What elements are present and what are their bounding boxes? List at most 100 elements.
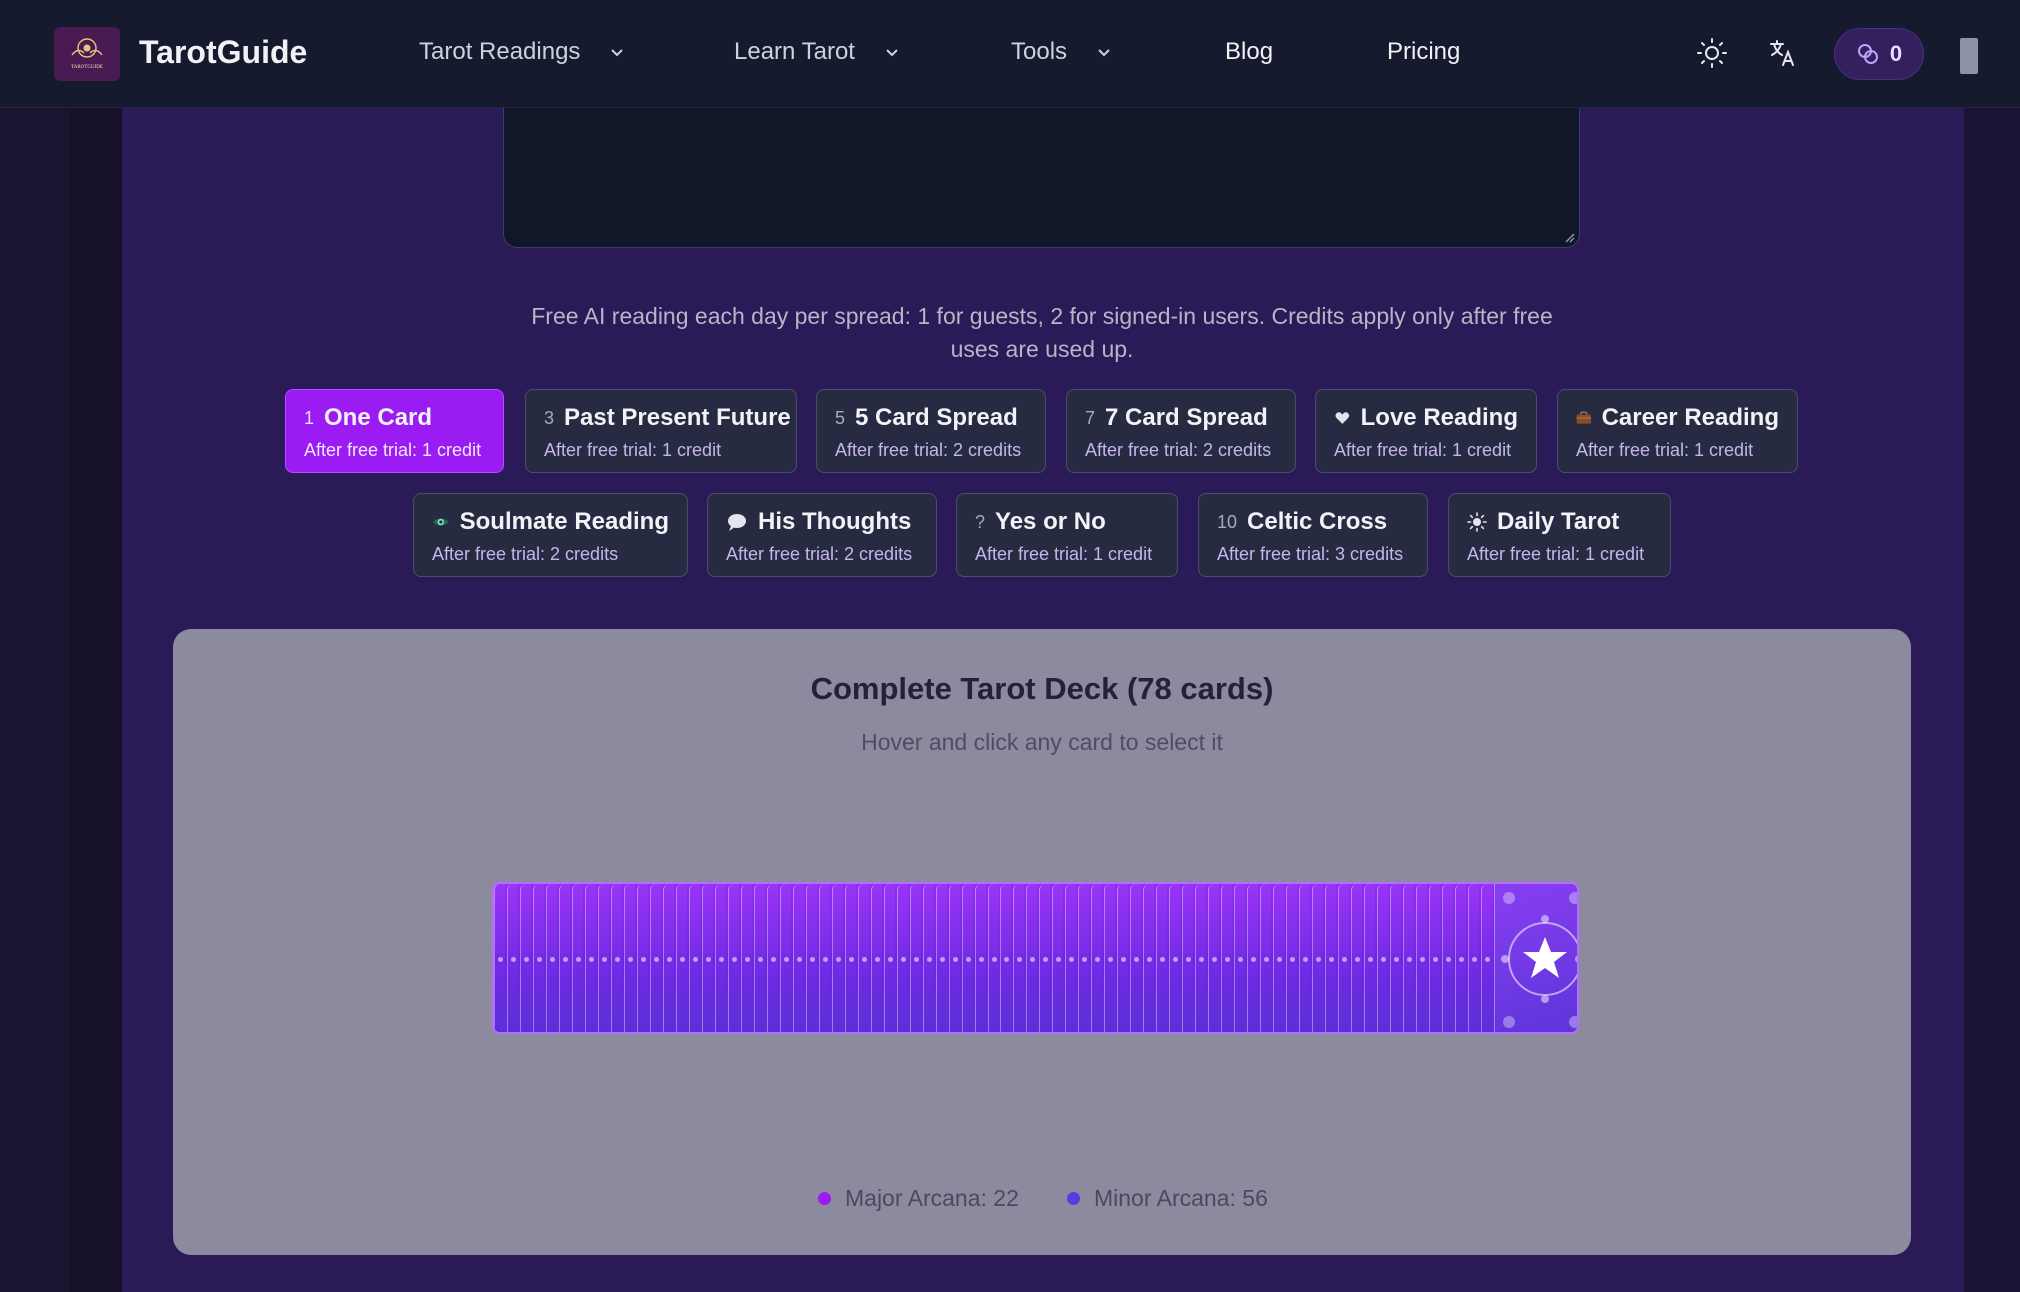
spread-yes-or-no[interactable]: ? Yes or No After free trial: 1 credit	[956, 493, 1178, 577]
deck-card[interactable]	[1104, 884, 1116, 1032]
deck-card[interactable]	[870, 884, 882, 1032]
deck-card[interactable]	[766, 884, 778, 1032]
deck-card[interactable]	[1156, 884, 1168, 1032]
deck-card[interactable]	[1429, 884, 1441, 1032]
deck-card[interactable]	[1390, 884, 1402, 1032]
deck-card[interactable]	[1455, 884, 1467, 1032]
translate-icon[interactable]	[1766, 36, 1800, 70]
deck-card[interactable]	[1260, 884, 1272, 1032]
spread-daily-tarot[interactable]: Daily Tarot After free trial: 1 credit	[1448, 493, 1671, 577]
deck-card[interactable]	[1325, 884, 1337, 1032]
deck-card[interactable]	[1221, 884, 1233, 1032]
brand-name[interactable]: TarotGuide	[139, 34, 307, 71]
deck-card[interactable]	[1312, 884, 1324, 1032]
deck-card[interactable]	[1065, 884, 1077, 1032]
deck-card[interactable]	[1286, 884, 1298, 1032]
deck-card[interactable]	[805, 884, 817, 1032]
deck-card[interactable]	[1052, 884, 1064, 1032]
avatar[interactable]	[1960, 38, 1978, 74]
deck-card[interactable]	[1416, 884, 1428, 1032]
deck-card[interactable]	[1247, 884, 1259, 1032]
deck-card[interactable]	[740, 884, 752, 1032]
deck-card[interactable]	[1013, 884, 1025, 1032]
deck-card[interactable]	[844, 884, 856, 1032]
spread-7-card[interactable]: 7 7 Card Spread After free trial: 2 cred…	[1066, 389, 1296, 473]
nav-pricing[interactable]: Pricing	[1387, 38, 1460, 66]
deck-card[interactable]	[1364, 884, 1376, 1032]
deck-card[interactable]	[506, 884, 518, 1032]
deck-card[interactable]	[922, 884, 934, 1032]
deck-card[interactable]	[532, 884, 544, 1032]
deck-card[interactable]	[1403, 884, 1415, 1032]
deck-card[interactable]	[1143, 884, 1155, 1032]
deck-card[interactable]	[792, 884, 804, 1032]
deck-card[interactable]	[1234, 884, 1246, 1032]
nav-tarot-readings[interactable]: Tarot Readings	[419, 38, 626, 66]
deck-card[interactable]	[779, 884, 791, 1032]
spread-past-present-future[interactable]: 3 Past Present Future After free trial: …	[525, 389, 797, 473]
deck-card[interactable]	[818, 884, 830, 1032]
deck-card[interactable]	[1377, 884, 1389, 1032]
deck-card[interactable]	[1039, 884, 1051, 1032]
deck-card[interactable]	[974, 884, 986, 1032]
deck-card[interactable]	[584, 884, 596, 1032]
deck-card[interactable]	[948, 884, 960, 1032]
deck-card[interactable]	[1299, 884, 1311, 1032]
deck-card[interactable]	[987, 884, 999, 1032]
deck-card[interactable]	[935, 884, 947, 1032]
logo[interactable]: TAROTGUIDE	[54, 27, 120, 81]
deck-card[interactable]	[1169, 884, 1181, 1032]
deck-card[interactable]	[831, 884, 843, 1032]
spread-career-reading[interactable]: Career Reading After free trial: 1 credi…	[1557, 389, 1798, 473]
spread-love-reading[interactable]: Love Reading After free trial: 1 credit	[1315, 389, 1537, 473]
credits-badge[interactable]: 0	[1834, 28, 1924, 80]
deck-card[interactable]	[1481, 884, 1492, 1032]
deck-card[interactable]	[1091, 884, 1103, 1032]
deck-card[interactable]	[688, 884, 700, 1032]
deck-card[interactable]	[610, 884, 622, 1032]
deck-card[interactable]	[1442, 884, 1454, 1032]
spread-one-card[interactable]: 1 One Card After free trial: 1 credit	[285, 389, 504, 473]
deck-card[interactable]	[597, 884, 609, 1032]
deck-card[interactable]	[494, 884, 505, 1032]
deck-card[interactable]	[558, 884, 570, 1032]
deck-card[interactable]	[909, 884, 921, 1032]
deck-card[interactable]	[545, 884, 557, 1032]
nav-blog[interactable]: Blog	[1225, 38, 1273, 66]
sun-icon[interactable]	[1695, 36, 1729, 70]
deck-card[interactable]	[571, 884, 583, 1032]
deck-card[interactable]	[1026, 884, 1038, 1032]
spread-5-card[interactable]: 5 5 Card Spread After free trial: 2 cred…	[816, 389, 1046, 473]
nav-learn-tarot[interactable]: Learn Tarot	[734, 38, 901, 66]
card-deck-fan[interactable]	[492, 882, 1579, 1034]
deck-card[interactable]	[1208, 884, 1220, 1032]
deck-card[interactable]	[961, 884, 973, 1032]
spread-his-thoughts[interactable]: His Thoughts After free trial: 2 credits	[707, 493, 937, 577]
deck-top-card[interactable]	[1494, 884, 1577, 1032]
deck-card[interactable]	[1273, 884, 1285, 1032]
deck-card[interactable]	[896, 884, 908, 1032]
deck-card[interactable]	[714, 884, 726, 1032]
deck-card[interactable]	[1182, 884, 1194, 1032]
deck-card[interactable]	[753, 884, 765, 1032]
resize-handle-icon[interactable]	[1563, 231, 1575, 243]
deck-card[interactable]	[1000, 884, 1012, 1032]
deck-card[interactable]	[1195, 884, 1207, 1032]
deck-card[interactable]	[1468, 884, 1480, 1032]
deck-card[interactable]	[1117, 884, 1129, 1032]
spread-soulmate-reading[interactable]: Soulmate Reading After free trial: 2 cre…	[413, 493, 688, 577]
deck-card[interactable]	[662, 884, 674, 1032]
deck-card[interactable]	[519, 884, 531, 1032]
deck-card[interactable]	[883, 884, 895, 1032]
deck-card[interactable]	[701, 884, 713, 1032]
deck-card[interactable]	[636, 884, 648, 1032]
nav-tools[interactable]: Tools	[1011, 38, 1113, 66]
deck-card[interactable]	[857, 884, 869, 1032]
deck-card[interactable]	[623, 884, 635, 1032]
deck-card[interactable]	[1338, 884, 1350, 1032]
deck-card[interactable]	[1351, 884, 1363, 1032]
deck-card[interactable]	[649, 884, 661, 1032]
deck-card[interactable]	[1078, 884, 1090, 1032]
spread-celtic-cross[interactable]: 10 Celtic Cross After free trial: 3 cred…	[1198, 493, 1428, 577]
deck-card[interactable]	[727, 884, 739, 1032]
